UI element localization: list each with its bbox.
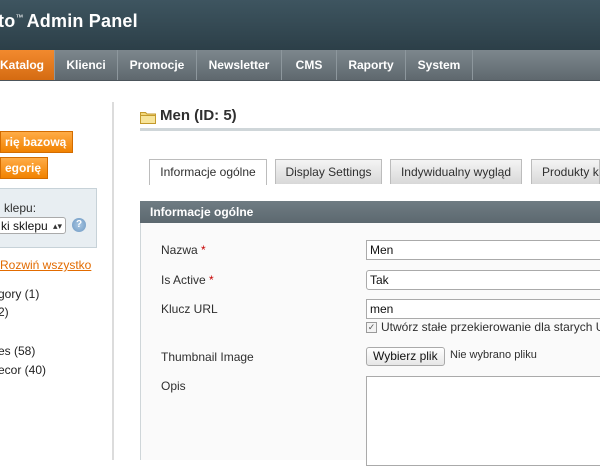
nav-item-katalog[interactable]: Katalog — [0, 50, 54, 80]
required-marker: * — [201, 243, 206, 257]
store-switcher-label: klepu: — [4, 201, 37, 215]
section-header: Informacje ogólne — [140, 201, 600, 223]
choose-file-button[interactable]: Wybierz plik — [366, 347, 445, 366]
required-marker: * — [209, 273, 214, 287]
select-arrows-icon: ▴▾ — [52, 221, 62, 231]
main-nav: Katalog Klienci Promocje Newsletter CMS … — [0, 50, 600, 81]
nav-item-system[interactable]: System — [406, 50, 472, 80]
nav-item-newsletter[interactable]: Newsletter — [197, 50, 281, 80]
sidebar-divider — [112, 102, 114, 460]
title-divider — [140, 128, 600, 131]
help-icon[interactable]: ? — [72, 218, 86, 232]
page-title: Men (ID: 5) — [160, 107, 237, 124]
app-logo[interactable]: to™ Admin Panel — [0, 11, 138, 32]
category-tree-item[interactable]: ecor (40) — [0, 363, 46, 377]
name-input[interactable]: Men — [366, 240, 600, 260]
tab-general-info[interactable]: Informacje ogólne — [149, 159, 267, 185]
nav-item-cms[interactable]: CMS — [282, 50, 336, 80]
description-label: Opis — [161, 379, 186, 393]
category-tree-item[interactable]: 2) — [0, 305, 9, 319]
nav-item-raporty[interactable]: Raporty — [337, 50, 405, 80]
store-switcher-select[interactable]: ki sklepu ▴▾ — [0, 217, 66, 234]
expand-all-link[interactable]: Rozwiń wszystko — [0, 258, 91, 272]
add-subcategory-button[interactable]: egorię — [0, 157, 49, 179]
file-status-text: Nie wybrano pliku — [450, 349, 537, 361]
thumbnail-label: Thumbnail Image — [161, 350, 254, 364]
add-root-category-button[interactable]: rię bazową — [0, 131, 74, 153]
description-textarea[interactable] — [366, 376, 600, 466]
url-key-label: Klucz URL — [161, 302, 218, 316]
is-active-select[interactable]: Tak — [366, 270, 600, 290]
tab-custom-design[interactable]: Indywidualny wygląd — [390, 159, 522, 184]
folder-icon — [140, 112, 156, 124]
redirect-checkbox-label: Utwórz stałe przekierowanie dla starych … — [381, 320, 600, 334]
tab-display-settings[interactable]: Display Settings — [275, 159, 382, 184]
is-active-label: Is Active * — [161, 273, 214, 287]
app-header: to™ Admin Panel — [0, 0, 600, 50]
redirect-checkbox[interactable]: ✓ — [366, 322, 377, 333]
tab-category-products[interactable]: Produkty ka — [531, 159, 600, 184]
category-tree-item[interactable]: es (58) — [0, 344, 35, 358]
nav-separator — [472, 50, 473, 80]
nav-item-promocje[interactable]: Promocje — [118, 50, 196, 80]
name-label: Nazwa * — [161, 243, 206, 257]
nav-item-klienci[interactable]: Klienci — [55, 50, 117, 80]
url-key-input[interactable]: men — [366, 299, 600, 319]
category-tree-item[interactable]: gory (1) — [0, 287, 39, 301]
